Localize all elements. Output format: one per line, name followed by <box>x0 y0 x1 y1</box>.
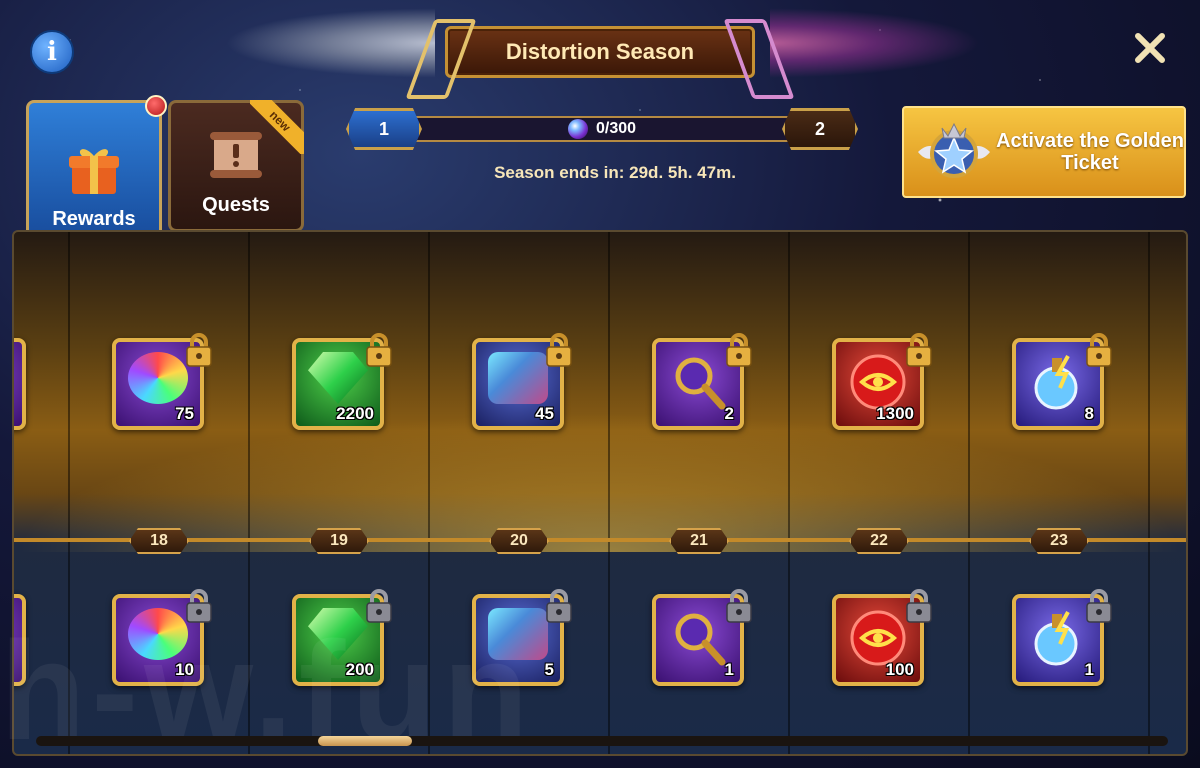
activate-golden-ticket-button[interactable]: Activate the Golden Ticket <box>902 106 1186 198</box>
reward-quantity: 100 <box>885 660 914 679</box>
gold-lock-icon <box>1086 333 1112 367</box>
golden-ticket-label: Activate the Golden Ticket <box>996 130 1184 174</box>
tab-rewards-label: Rewards <box>52 208 136 230</box>
season-timer: Season ends in: 29d. 5h. 47m. <box>494 163 736 182</box>
silver-lock-icon <box>546 589 572 623</box>
silver-wing-decoration <box>225 8 435 78</box>
close-button[interactable] <box>1130 28 1170 68</box>
golden-reward-23[interactable]: 8 <box>1012 333 1112 430</box>
level-tag-19: 19 <box>309 528 369 554</box>
level-number: 20 <box>510 532 528 549</box>
season-title-text: Distortion Season <box>505 39 695 64</box>
level-number: 19 <box>330 532 348 549</box>
reward-quantity: 1 <box>724 660 734 679</box>
red-eye-coin-icon <box>850 354 906 410</box>
current-level-value: 1 <box>378 118 389 139</box>
tab-quests-label: Quests <box>202 194 270 216</box>
free-reward-23[interactable]: 1 <box>1012 589 1112 686</box>
progress-points: 0/300 <box>595 120 637 137</box>
rainbow-orb-icon <box>128 352 188 404</box>
reward-quantity: 8 <box>1084 404 1094 423</box>
golden-reward-20[interactable]: 45 <box>472 333 572 430</box>
track-glow <box>14 412 1186 552</box>
free-reward-21[interactable]: 1 <box>652 589 752 686</box>
info-icon: i <box>47 37 57 67</box>
track-divider <box>14 538 1186 542</box>
gift-icon <box>69 149 119 194</box>
lightning-potion-icon <box>1034 611 1078 666</box>
reward-quantity: 75 <box>175 404 194 423</box>
column-divider <box>788 232 790 754</box>
horizontal-scrollbar[interactable] <box>36 736 1168 746</box>
golden-reward-22[interactable]: 1300 <box>832 333 932 430</box>
golden-ticket-emblem-icon <box>918 122 990 178</box>
season-progress: 0/300 1 2 <box>346 108 858 152</box>
gold-lock-icon <box>546 333 572 367</box>
gold-lock-icon <box>726 333 752 367</box>
golden-reward-21[interactable]: 2 <box>652 333 752 430</box>
pink-wing-decoration <box>770 8 980 78</box>
tab-quests[interactable]: new Quests <box>168 100 304 232</box>
reward-quantity: 1300 <box>876 404 914 423</box>
info-button[interactable]: i <box>30 30 74 74</box>
notification-dot <box>145 95 167 117</box>
column-divider <box>968 232 970 754</box>
next-level-value: 2 <box>814 118 825 139</box>
free-reward-22[interactable]: 100 <box>832 589 932 686</box>
level-tag-20: 20 <box>489 528 549 554</box>
reward-quantity: 2 <box>724 404 734 423</box>
scrollbar-thumb[interactable] <box>318 736 412 746</box>
magnifier-icon <box>675 613 726 666</box>
silver-lock-icon <box>906 589 932 623</box>
season-orb-icon <box>567 119 588 139</box>
level-number: 21 <box>690 532 708 549</box>
reward-quantity: 1 <box>1084 660 1094 679</box>
reward-quantity: 2200 <box>336 404 374 423</box>
golden-reward-19[interactable]: 2200 <box>292 333 392 430</box>
reward-quantity: 45 <box>535 404 554 423</box>
tab-rewards[interactable]: Rewards <box>26 95 167 246</box>
current-level-badge: 1 <box>346 108 422 150</box>
reward-quantity: 5 <box>544 660 554 679</box>
magnifier-icon <box>675 357 726 410</box>
partial-reward-item[interactable] <box>14 338 26 430</box>
red-eye-coin-icon <box>850 610 906 666</box>
level-tag-18: 18 <box>129 528 189 554</box>
scroll-icon <box>210 132 262 178</box>
next-level-badge: 2 <box>782 108 858 150</box>
level-number: 23 <box>1050 532 1068 549</box>
level-number: 18 <box>150 532 168 549</box>
level-tag-21: 21 <box>669 528 729 554</box>
season-title: Distortion Season <box>445 26 755 78</box>
gold-lock-icon <box>366 333 392 367</box>
lightning-potion-icon <box>1034 355 1078 410</box>
silver-lock-icon <box>1086 589 1112 623</box>
level-tag-23: 23 <box>1029 528 1089 554</box>
column-divider <box>608 232 610 754</box>
gold-lock-icon <box>186 333 212 367</box>
crystal-artifact-icon <box>488 352 548 404</box>
gold-lock-icon <box>906 333 932 367</box>
progress-bar: 0/300 <box>386 116 818 142</box>
level-tag-22: 22 <box>849 528 909 554</box>
golden-reward-18[interactable]: 75 <box>112 333 212 430</box>
emerald-gem-icon <box>308 352 368 404</box>
level-number: 22 <box>870 532 888 549</box>
close-icon <box>1135 33 1165 63</box>
column-divider <box>1148 232 1150 754</box>
silver-lock-icon <box>726 589 752 623</box>
